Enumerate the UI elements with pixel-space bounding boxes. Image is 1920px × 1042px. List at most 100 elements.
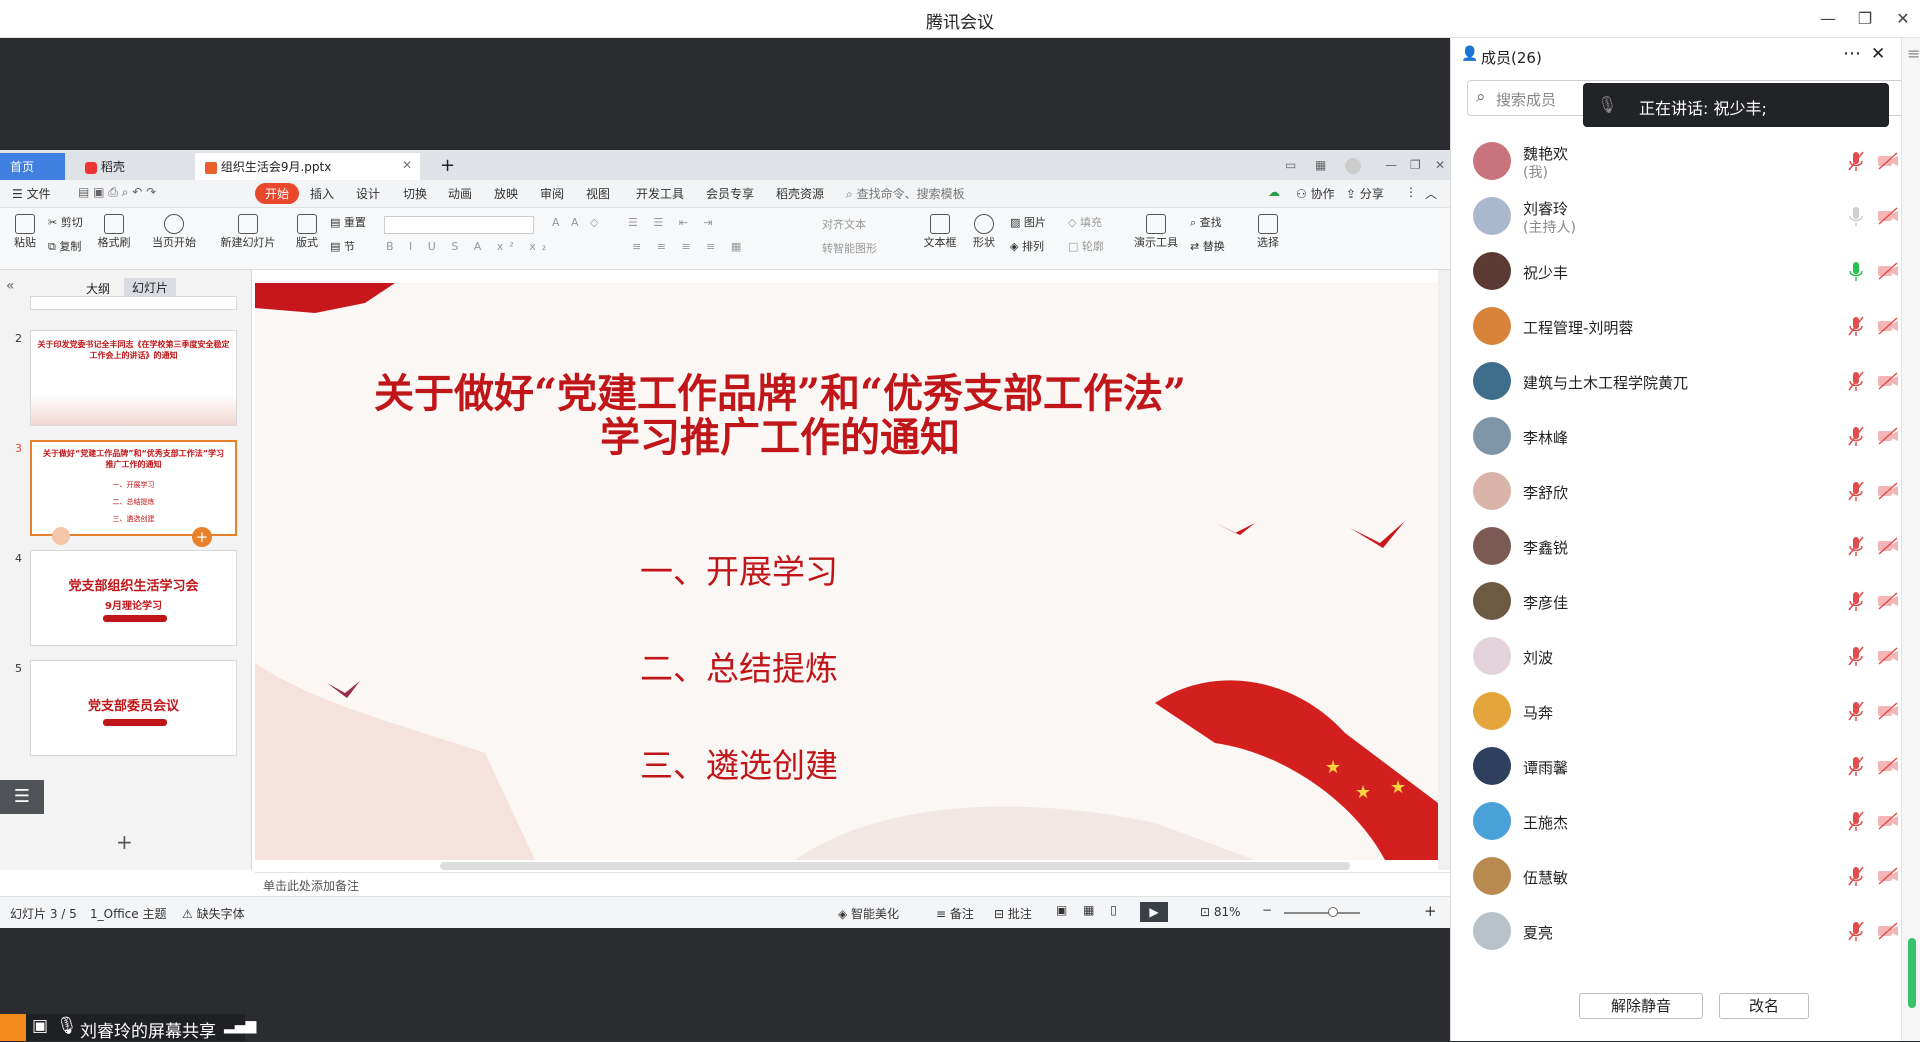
cloud-sync-icon[interactable]: ☁ [1268,185,1280,199]
new-tab-button[interactable]: + [430,150,455,177]
menu-docer-resources[interactable]: 稻壳资源 [776,185,824,202]
member-row[interactable]: 马奔 [1451,684,1901,739]
add-slide-button[interactable]: + [116,830,133,854]
camera-off-icon[interactable] [1877,372,1899,390]
play-current-button[interactable]: 当页开始 [148,214,200,250]
microphone-muted-icon[interactable] [1847,535,1865,557]
slide-thumbnail-4[interactable]: 党支部组织生活学习会 9月理论学习 [30,550,237,646]
align-text-button[interactable]: 对齐文本 [822,216,866,232]
close-tab-icon[interactable]: ✕ [402,158,412,172]
menu-transition[interactable]: 切换 [403,185,427,202]
font-size-buttons[interactable]: A A ◇ [552,216,603,229]
microphone-muted-icon[interactable] [1847,755,1865,777]
menu-view[interactable]: 视图 [586,185,610,202]
collapse-ribbon-icon[interactable]: ︿ [1425,185,1437,202]
microphone-muted-icon[interactable] [1847,865,1865,887]
view-mode-icons[interactable]: ▣ ▦ ▯ [1056,903,1123,917]
replace-button[interactable]: ⇄ 替换 [1190,238,1225,254]
zoom-slider-thumb[interactable] [1328,907,1338,917]
zoom-slider[interactable] [1284,912,1360,914]
member-row[interactable]: 刘波 [1451,629,1901,684]
menu-member[interactable]: 会员专享 [706,185,754,202]
reset-button[interactable]: ▤ 重置 [330,214,366,230]
camera-off-icon[interactable] [1877,262,1899,280]
horizontal-scrollbar[interactable] [440,862,1350,870]
zoom-out-button[interactable]: − [1262,903,1272,917]
layout-icon[interactable]: ▭ [1275,153,1305,180]
microphone-muted-icon[interactable] [1847,590,1865,612]
smart-art-button[interactable]: 转智能图形 [822,240,877,256]
comments-button[interactable]: ⊟ 批注 [994,905,1032,922]
menu-developer[interactable]: 开发工具 [636,185,684,202]
play-slide-icon[interactable] [52,527,70,545]
format-painter-button[interactable]: 格式刷 [96,214,132,250]
camera-off-icon[interactable] [1877,922,1899,940]
microphone-muted-icon[interactable] [1847,645,1865,667]
outline-toggle-icon[interactable]: ☰ [0,780,44,814]
member-row[interactable]: 李鑫锐 [1451,519,1901,574]
member-row[interactable]: 李林峰 [1451,409,1901,464]
present-tools-button[interactable]: 演示工具 [1128,214,1184,250]
font-style-buttons[interactable]: B I U S A x² x₂ [386,240,552,253]
find-button[interactable]: ⌕ 查找 [1190,214,1222,230]
menu-animation[interactable]: 动画 [448,185,472,202]
smart-beautify-button[interactable]: ◈ 智能美化 [838,905,899,922]
microphone-muted-icon[interactable] [1847,315,1865,337]
wps-restore-icon[interactable]: ❐ [1400,153,1425,180]
shape-button[interactable]: 形状 [968,214,1000,250]
tab-document[interactable]: 组织生活会9月.pptx ✕ [195,153,420,180]
member-row[interactable]: 刘睿玲 (主持人) [1451,189,1901,244]
vertical-scrollbar[interactable] [1438,270,1450,870]
slide-thumbnail-5[interactable]: 党支部委员会议 [30,660,237,756]
member-row[interactable]: 魏艳欢 (我) [1451,134,1901,189]
wps-close-icon[interactable]: ✕ [1425,153,1450,180]
user-avatar[interactable] [1335,153,1365,180]
member-row[interactable]: 伍慧敏 [1451,849,1901,904]
member-row[interactable]: 谭雨馨 [1451,739,1901,794]
new-slide-button[interactable]: 新建幻灯片 [216,214,280,250]
textbox-button[interactable]: 文本框 [920,214,960,250]
camera-off-icon[interactable] [1877,647,1899,665]
command-search[interactable]: ⌕ 查找命令、搜索模板 [846,185,965,202]
camera-off-icon[interactable] [1877,812,1899,830]
camera-off-icon[interactable] [1877,482,1899,500]
camera-off-icon[interactable] [1877,427,1899,445]
microphone-muted-icon[interactable] [1847,425,1865,447]
outline-button[interactable]: □ 轮廓 [1068,238,1104,254]
member-row[interactable]: 工程管理-刘明蓉 [1451,299,1901,354]
zoom-value[interactable]: ⊡ 81% [1200,905,1241,919]
picture-button[interactable]: ▨ 图片 [1010,214,1046,230]
arrange-button[interactable]: ◈ 排列 [1010,238,1044,254]
section-button[interactable]: ▤ 节 [330,238,355,254]
microphone-muted-icon[interactable] [1847,150,1865,172]
menu-icon[interactable]: ≡ [1907,44,1920,63]
menu-home[interactable]: 开始 [255,183,300,204]
tab-slides[interactable]: 幻灯片 [124,278,177,297]
close-panel-icon[interactable]: ✕ [1871,44,1885,64]
theme-name[interactable]: 1_Office 主题 [90,905,166,922]
font-name-select[interactable] [384,216,534,234]
menu-file[interactable]: ☰ 文件 [12,185,51,202]
align-buttons[interactable]: ≡ ≡ ≡ ≡ ▦ [632,240,747,253]
rename-button[interactable]: 改名 [1719,993,1809,1019]
grid-icon[interactable]: ▦ [1305,153,1335,180]
list-buttons[interactable]: ☰ ☰ ⇤ ⇥ [628,216,719,229]
fill-button[interactable]: ◇ 填充 [1068,214,1102,230]
camera-off-icon[interactable] [1877,757,1899,775]
camera-off-icon[interactable] [1877,592,1899,610]
member-row[interactable]: 王施杰 [1451,794,1901,849]
camera-off-icon[interactable] [1877,867,1899,885]
menu-insert[interactable]: 插入 [310,185,334,202]
microphone-muted-icon[interactable] [1847,920,1865,942]
select-button[interactable]: 选择 [1252,214,1284,250]
microphone-muted-icon[interactable] [1847,700,1865,722]
notes-toggle-button[interactable]: ≡ 备注 [936,905,974,922]
slide-canvas[interactable]: ★ ★ ★ 关于做好“党建工作品牌”和“优秀支部工作法” 学习推广工作的通知 一… [255,283,1438,860]
cut-button[interactable]: ✂ 剪切 [48,214,83,230]
microphone-on-icon[interactable] [1847,260,1865,282]
tab-docer[interactable]: 稻壳 [75,153,185,180]
missing-font-button[interactable]: ⚠ 缺失字体 [182,905,245,922]
tab-home[interactable]: 首页 [0,153,65,180]
slide-thumbnail-1[interactable] [30,296,237,310]
more-options-icon[interactable]: ⋯ [1843,43,1861,64]
